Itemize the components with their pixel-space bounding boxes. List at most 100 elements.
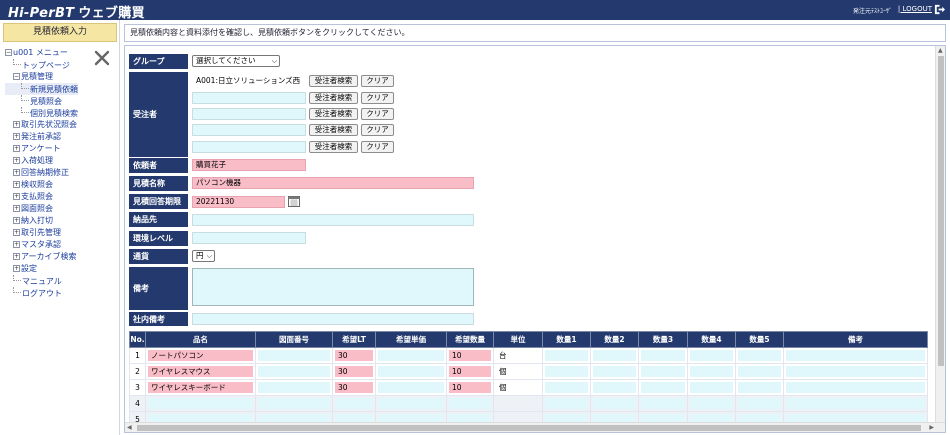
vertical-scroll-thumb[interactable]	[938, 56, 944, 366]
expand-icon[interactable]: +	[13, 145, 20, 152]
cell-field[interactable]	[545, 350, 588, 361]
name-field[interactable]: ノートパソコン	[148, 350, 253, 361]
logout-icon[interactable]	[934, 4, 945, 15]
menu-item[interactable]: 見積照会	[5, 95, 78, 107]
group-select[interactable]: 選択してください ⌵	[192, 55, 280, 67]
lt-field[interactable]: 30	[335, 382, 373, 393]
cell-field[interactable]	[786, 350, 925, 361]
menu-item[interactable]: + 支払照会	[5, 191, 78, 203]
name-field[interactable]	[148, 398, 253, 409]
cell-field[interactable]	[690, 366, 733, 377]
expand-icon[interactable]: +	[13, 265, 20, 272]
menu-item[interactable]: + 入荷処理	[5, 155, 78, 167]
scroll-left-icon[interactable]: ◀	[127, 424, 132, 431]
expand-icon[interactable]: +	[13, 205, 20, 212]
cell-field[interactable]	[738, 350, 781, 361]
cell-field[interactable]	[738, 366, 781, 377]
cell-field[interactable]	[786, 382, 925, 393]
supplier-search-button[interactable]: 受注者検索	[309, 108, 358, 120]
menu-item[interactable]: トップページ	[5, 59, 78, 71]
cell-field[interactable]	[690, 350, 733, 361]
expand-icon[interactable]: +	[13, 253, 20, 260]
cell-field[interactable]	[378, 398, 444, 409]
cell-field[interactable]	[738, 382, 781, 393]
cell-field[interactable]	[641, 382, 685, 393]
cell-field[interactable]	[545, 366, 588, 377]
cell-field[interactable]	[258, 350, 330, 361]
cell-field[interactable]	[593, 366, 636, 377]
cell-field[interactable]	[641, 398, 685, 409]
menu-item[interactable]: + 取引先状況照会	[5, 119, 78, 131]
expand-icon[interactable]: +	[13, 169, 20, 176]
expand-icon[interactable]: +	[13, 217, 20, 224]
supplier-clear-button[interactable]: クリア	[361, 141, 394, 153]
cell-field[interactable]	[593, 350, 636, 361]
menu-item[interactable]: + 発注前承認	[5, 131, 78, 143]
menu-item[interactable]: − 見積管理	[5, 71, 78, 83]
expand-icon[interactable]: +	[13, 193, 20, 200]
menu-item[interactable]: + 検収照会	[5, 179, 78, 191]
supplier-clear-button[interactable]: クリア	[361, 75, 394, 87]
supplier-field-4[interactable]	[192, 124, 306, 136]
horizontal-scrollbar[interactable]: ◀ ▶	[125, 422, 945, 432]
qty-field[interactable]	[449, 398, 491, 409]
lt-field[interactable]	[335, 398, 373, 409]
delivery-field[interactable]	[192, 214, 474, 226]
cell-field[interactable]	[545, 382, 588, 393]
cell-field[interactable]	[258, 382, 330, 393]
unit-field[interactable]: 個	[496, 366, 540, 377]
supplier-clear-button[interactable]: クリア	[361, 92, 394, 104]
remarks-textarea[interactable]	[192, 268, 474, 306]
expand-icon[interactable]: +	[13, 229, 20, 236]
scroll-right-icon[interactable]: ▶	[929, 424, 934, 431]
expand-icon[interactable]: +	[13, 121, 20, 128]
estimate-name-field[interactable]: パソコン機器	[192, 177, 474, 189]
expand-icon[interactable]: +	[13, 157, 20, 164]
calendar-icon[interactable]	[288, 195, 300, 207]
supplier-search-button[interactable]: 受注者検索	[309, 75, 358, 87]
menu-item[interactable]: + マスタ承認	[5, 239, 78, 251]
cell-field[interactable]	[378, 350, 444, 361]
supplier-field-1[interactable]: A001:日立ソリューションズ西	[192, 75, 306, 87]
unit-field[interactable]: 台	[496, 350, 540, 361]
supplier-field-2[interactable]	[192, 92, 306, 104]
supplier-search-button[interactable]: 受注者検索	[309, 92, 358, 104]
menu-item[interactable]: マニュアル	[5, 275, 78, 287]
lt-field[interactable]: 30	[335, 350, 373, 361]
expand-icon[interactable]: +	[13, 181, 20, 188]
cell-field[interactable]	[786, 398, 925, 409]
cell-field[interactable]	[545, 398, 588, 409]
menu-item[interactable]: ログアウト	[5, 287, 78, 299]
supplier-search-button[interactable]: 受注者検索	[309, 141, 358, 153]
cell-field[interactable]	[641, 366, 685, 377]
cell-field[interactable]	[593, 382, 636, 393]
scroll-up-icon[interactable]: ▲	[938, 47, 943, 54]
cell-field[interactable]	[738, 398, 781, 409]
name-field[interactable]: ワイヤレスマウス	[148, 366, 253, 377]
internal-remarks-field[interactable]	[192, 313, 474, 325]
lt-field[interactable]: 30	[335, 366, 373, 377]
supplier-field-5[interactable]	[192, 141, 306, 153]
menu-item[interactable]: + 設定	[5, 263, 78, 275]
collapse-icon[interactable]: −	[5, 49, 12, 56]
cell-field[interactable]	[786, 366, 925, 377]
menu-item[interactable]: + アーカイブ検索	[5, 251, 78, 263]
cell-field[interactable]	[378, 366, 444, 377]
menu-item[interactable]: + 図面照会	[5, 203, 78, 215]
qty-field[interactable]: 10	[449, 366, 491, 377]
unit-field[interactable]: 個	[496, 382, 540, 393]
cell-field[interactable]	[641, 350, 685, 361]
menu-item[interactable]: 個別見積検索	[5, 107, 78, 119]
close-icon[interactable]	[93, 49, 111, 67]
cell-field[interactable]	[378, 382, 444, 393]
name-field[interactable]: ワイヤレスキーボード	[148, 382, 253, 393]
due-date-field[interactable]: 20221130	[192, 196, 285, 208]
supplier-search-button[interactable]: 受注者検索	[309, 124, 358, 136]
qty-field[interactable]: 10	[449, 382, 491, 393]
cell-field[interactable]	[593, 398, 636, 409]
supplier-clear-button[interactable]: クリア	[361, 108, 394, 120]
expand-icon[interactable]: +	[13, 241, 20, 248]
menu-item[interactable]: − u001 メニュー	[5, 47, 78, 59]
requester-field[interactable]: 購買花子	[192, 159, 306, 171]
expand-icon[interactable]: +	[13, 133, 20, 140]
